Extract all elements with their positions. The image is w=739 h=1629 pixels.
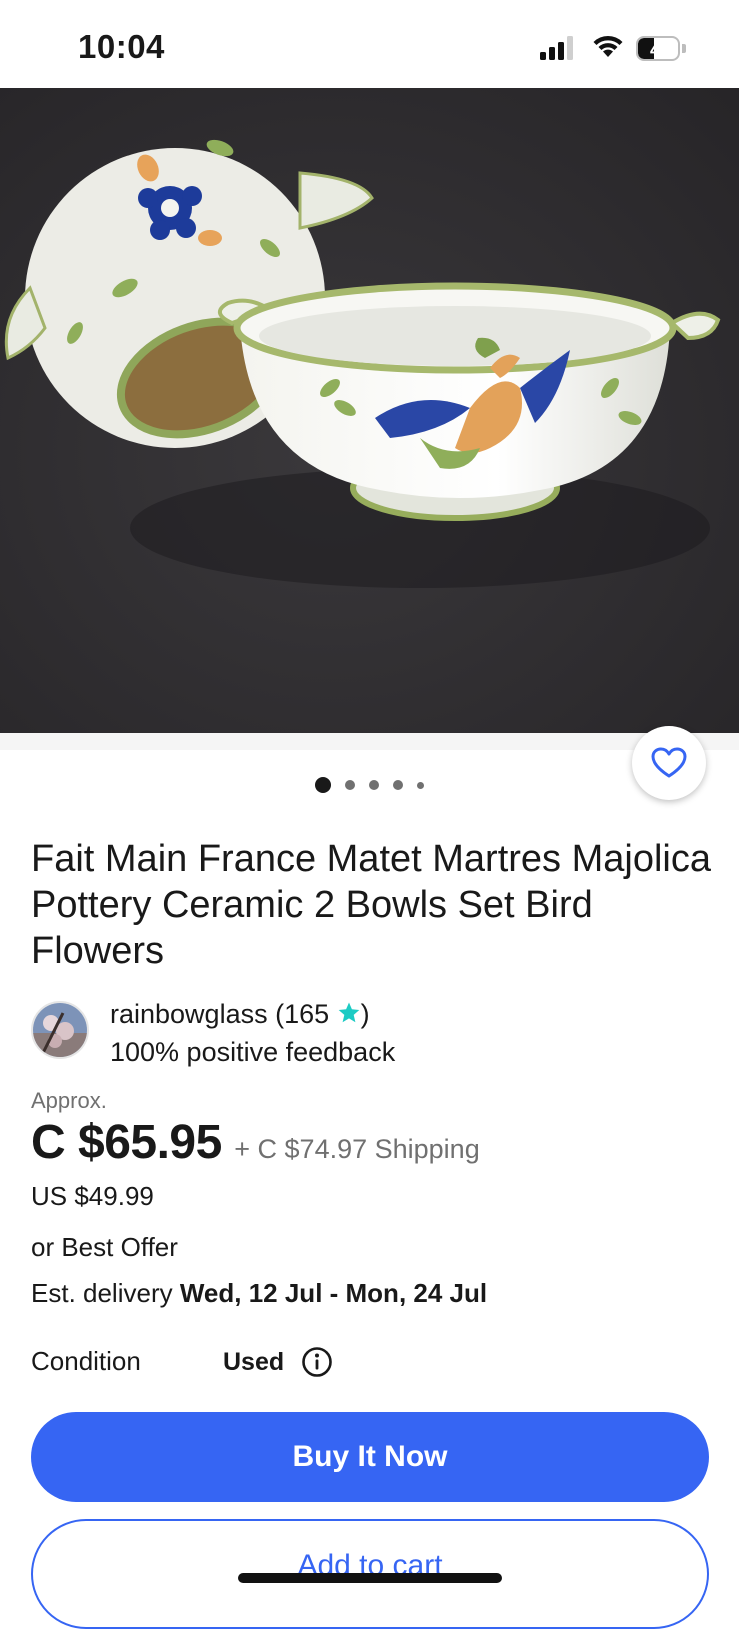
price: C $65.95 — [31, 1116, 222, 1169]
product-image[interactable] — [0, 88, 739, 750]
seller-feedback: 100% positive feedback — [110, 1037, 396, 1067]
cellular-signal-icon — [540, 36, 573, 60]
image-carousel-dots[interactable] — [0, 777, 739, 793]
info-circle-icon[interactable] — [301, 1346, 333, 1378]
condition-label: Condition — [31, 1346, 141, 1376]
best-offer-text: or Best Offer — [31, 1232, 178, 1262]
carousel-dot[interactable] — [315, 777, 331, 793]
seller-name[interactable]: rainbowglass — [110, 999, 268, 1029]
delivery-dates: Wed, 12 Jul - Mon, 24 Jul — [179, 1278, 488, 1308]
status-bar: 10:04 40 — [0, 0, 739, 88]
price-row: C $65.95 + C $74.97 Shipping — [31, 1115, 480, 1170]
product-photo — [0, 88, 739, 750]
heart-outline-icon — [651, 747, 687, 778]
battery-level: 40 — [649, 40, 671, 60]
battery-cap — [682, 44, 686, 53]
listing-title: Fait Main France Matet Martres Majolica … — [31, 838, 711, 972]
usd-price: US $49.99 — [31, 1181, 154, 1211]
carousel-dot[interactable] — [393, 780, 403, 790]
seller-rating-close: ) — [360, 999, 370, 1029]
carousel-dot[interactable] — [369, 780, 379, 790]
blossom-photo-icon — [33, 1003, 87, 1057]
seller-info[interactable]: rainbowglass (165 ) 100% positive feedba… — [31, 997, 711, 1067]
battery-icon: 40 — [636, 36, 680, 61]
carousel-dot[interactable] — [417, 781, 424, 789]
carousel-dot[interactable] — [345, 780, 355, 790]
seller-rating-open: (165 — [275, 999, 330, 1029]
shipping-cost: + C $74.97 Shipping — [234, 1134, 480, 1164]
buy-it-now-button[interactable]: Buy It Now — [31, 1412, 709, 1502]
condition-value: Used — [223, 1348, 285, 1376]
seller-name-line[interactable]: rainbowglass (165 ) — [110, 997, 370, 1031]
battery-indicator: 40 — [636, 36, 686, 63]
seller-avatar[interactable] — [31, 1001, 89, 1059]
wifi-icon — [593, 35, 623, 57]
status-time: 10:04 — [78, 28, 165, 65]
teal-star-icon — [338, 1002, 359, 1023]
estimated-delivery: Est. delivery Wed, 12 Jul - Mon, 24 Jul — [31, 1278, 487, 1309]
approx-label: Approx. — [31, 1088, 107, 1113]
home-indicator[interactable] — [238, 1573, 502, 1583]
delivery-label: Est. delivery — [31, 1278, 173, 1308]
